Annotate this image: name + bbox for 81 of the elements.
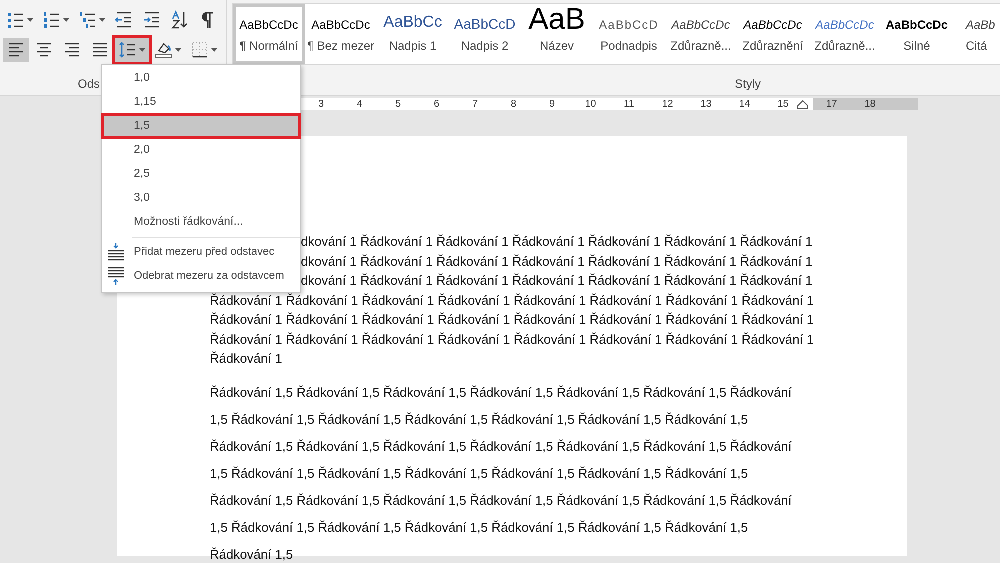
numbered-list-icon	[42, 10, 62, 30]
ruler-number: 12	[661, 98, 674, 110]
style-name: Nadpis 2	[461, 39, 509, 53]
ruler-number: 15	[776, 98, 790, 110]
style-preview: AaB	[528, 5, 586, 35]
add-space-before-icon	[106, 242, 126, 262]
text-line: Řádkování 1 Řádkování 1 Řádkování 1 Řádkování 1 Řádkování 1 Řádkování 1 Řádkování 1 Řádkování 1	[210, 330, 814, 348]
menu-item[interactable]: 1,15	[102, 90, 300, 114]
style-name: Zdůrazně...	[814, 39, 876, 53]
caret-icon	[211, 48, 218, 52]
style-name: Název	[540, 39, 574, 53]
style-preview: AaBbCcDc	[672, 19, 730, 31]
style-preview: AaBbCc	[384, 15, 442, 31]
text-line: Řádkování 1,5	[210, 546, 294, 563]
text-line: 1,5 Řádkování 1,5 Řádkování 1,5 Řádkování 1,5 Řádkování 1,5 Řádkování 1,5 Řádkování 1,5	[210, 464, 748, 482]
text-line: Řádkování 1	[210, 350, 282, 368]
menu-item[interactable]: 3,0	[102, 186, 300, 210]
menu-item[interactable]: 1,0	[102, 66, 300, 90]
style-name: Zdůraznění	[742, 39, 804, 53]
ruler-number: 3	[317, 98, 326, 110]
style-preview: AaBbCcD	[454, 17, 516, 31]
caret-icon	[99, 18, 106, 22]
text-line: dkování 1 Řádkování 1 Řádkování 1 Řádkování 1 Řádkování 1 Řádkování 1 Řádkování 1	[301, 233, 813, 251]
caret-icon	[63, 18, 70, 22]
ruler-number: 10	[584, 98, 598, 110]
text-line: Řádkování 1,5 Řádkování 1,5 Řádkování 1,5 Řádkování 1,5 Řádkování 1,5 Řádkování 1,5 Řádkování	[210, 438, 792, 456]
ruler-number: 6	[432, 98, 441, 110]
style-preview: AaBbCcDc	[312, 19, 370, 31]
text-line: Řádkování 1 Řádkování 1 Řádkování 1 Řádkování 1 Řádkování 1 Řádkování 1 Řádkování 1 Řádkování 1	[210, 311, 814, 329]
ruler-number: 13	[700, 98, 713, 110]
style-preview: AaBbCcDc	[744, 19, 802, 31]
style-name: Zdůrazně...	[670, 39, 732, 53]
group-label: Ods	[78, 77, 100, 91]
style-name: Silné	[904, 39, 930, 53]
style-preview: AaBb	[966, 19, 996, 31]
menu-item[interactable]: Odebrat mezeru za odstavcem	[102, 264, 300, 288]
caret-icon	[139, 48, 146, 52]
sort-icon	[170, 10, 190, 30]
align-left-button[interactable]	[3, 38, 29, 62]
line-spacing-button[interactable]	[115, 38, 149, 62]
style-name: ¶ Bez mezer	[307, 39, 375, 53]
style-name: Citá	[966, 39, 988, 53]
text-line: dkování 1 Řádkování 1 Řádkování 1 Řádkování 1 Řádkování 1 Řádkování 1 Řádkování 1	[301, 252, 813, 270]
ruler-number: 17	[825, 98, 838, 110]
menu-item[interactable]: 1,5	[102, 114, 300, 138]
borders-icon	[190, 40, 210, 60]
ruler-number: 7	[471, 98, 480, 110]
style-name: Nadpis 1	[389, 39, 437, 53]
ruler-number: 18	[864, 98, 877, 110]
style-preview: AaBbCcD	[599, 19, 659, 31]
menu-item[interactable]: Možnosti řádkování...	[102, 210, 300, 234]
ruler-number: 8	[510, 98, 518, 110]
ruler-number: 4	[356, 98, 364, 110]
text-line: Řádkování 1 Řádkování 1 Řádkování 1 Řádkování 1 Řádkování 1 Řádkování 1 Řádkování 1 Řádkování 1	[210, 292, 814, 310]
ruler-number: 9	[548, 98, 556, 110]
style-item[interactable]: AaBbCcDc ¶ Normální	[233, 4, 305, 64]
style-preview: AaBbCcDc	[816, 19, 874, 31]
line-spacing-icon	[118, 40, 138, 60]
style-preview: AaBbCcDc	[886, 19, 948, 31]
text-line: Řádkování 1,5 Řádkování 1,5 Řádkování 1,5 Řádkování 1,5 Řádkování 1,5 Řádkování 1,5 Řádkování	[210, 384, 792, 402]
text-line: 1,5 Řádkování 1,5 Řádkování 1,5 Řádkování 1,5 Řádkování 1,5 Řádkování 1,5 Řádkování 1,5	[210, 410, 748, 428]
ruler-number: 5	[394, 98, 402, 110]
caret-icon	[27, 18, 34, 22]
multilevel-list-icon	[78, 10, 98, 30]
bulleted-list-icon	[6, 10, 26, 30]
caret-icon	[175, 48, 182, 52]
increase-indent-icon	[142, 10, 162, 30]
text-line: 1,5 Řádkování 1,5 Řádkování 1,5 Řádkování 1,5 Řádkování 1,5 Řádkování 1,5 Řádkování 1,5	[210, 518, 748, 536]
text-line: Řádkování 1,5 Řádkování 1,5 Řádkování 1,5 Řádkování 1,5 Řádkování 1,5 Řádkování 1,5 Řádkování	[210, 492, 792, 510]
text-line: dkování 1 Řádkování 1 Řádkování 1 Řádkování 1 Řádkování 1 Řádkování 1 Řádkování 1	[301, 272, 813, 290]
style-name: Podnadpis	[600, 39, 658, 53]
remove-space-after-icon	[106, 266, 126, 286]
ruler-number: 11	[623, 98, 636, 110]
menu-item[interactable]: 2,0	[102, 138, 300, 162]
style-preview: AaBbCcDc	[240, 19, 298, 31]
style-name: ¶ Normální	[240, 39, 298, 53]
menu-item[interactable]: 2,5	[102, 162, 300, 186]
menu-item[interactable]: Přidat mezeru před odstavec	[102, 240, 300, 264]
ruler-number: 14	[738, 98, 752, 110]
group-label: Styly	[735, 77, 762, 91]
decrease-indent-icon	[114, 10, 134, 30]
